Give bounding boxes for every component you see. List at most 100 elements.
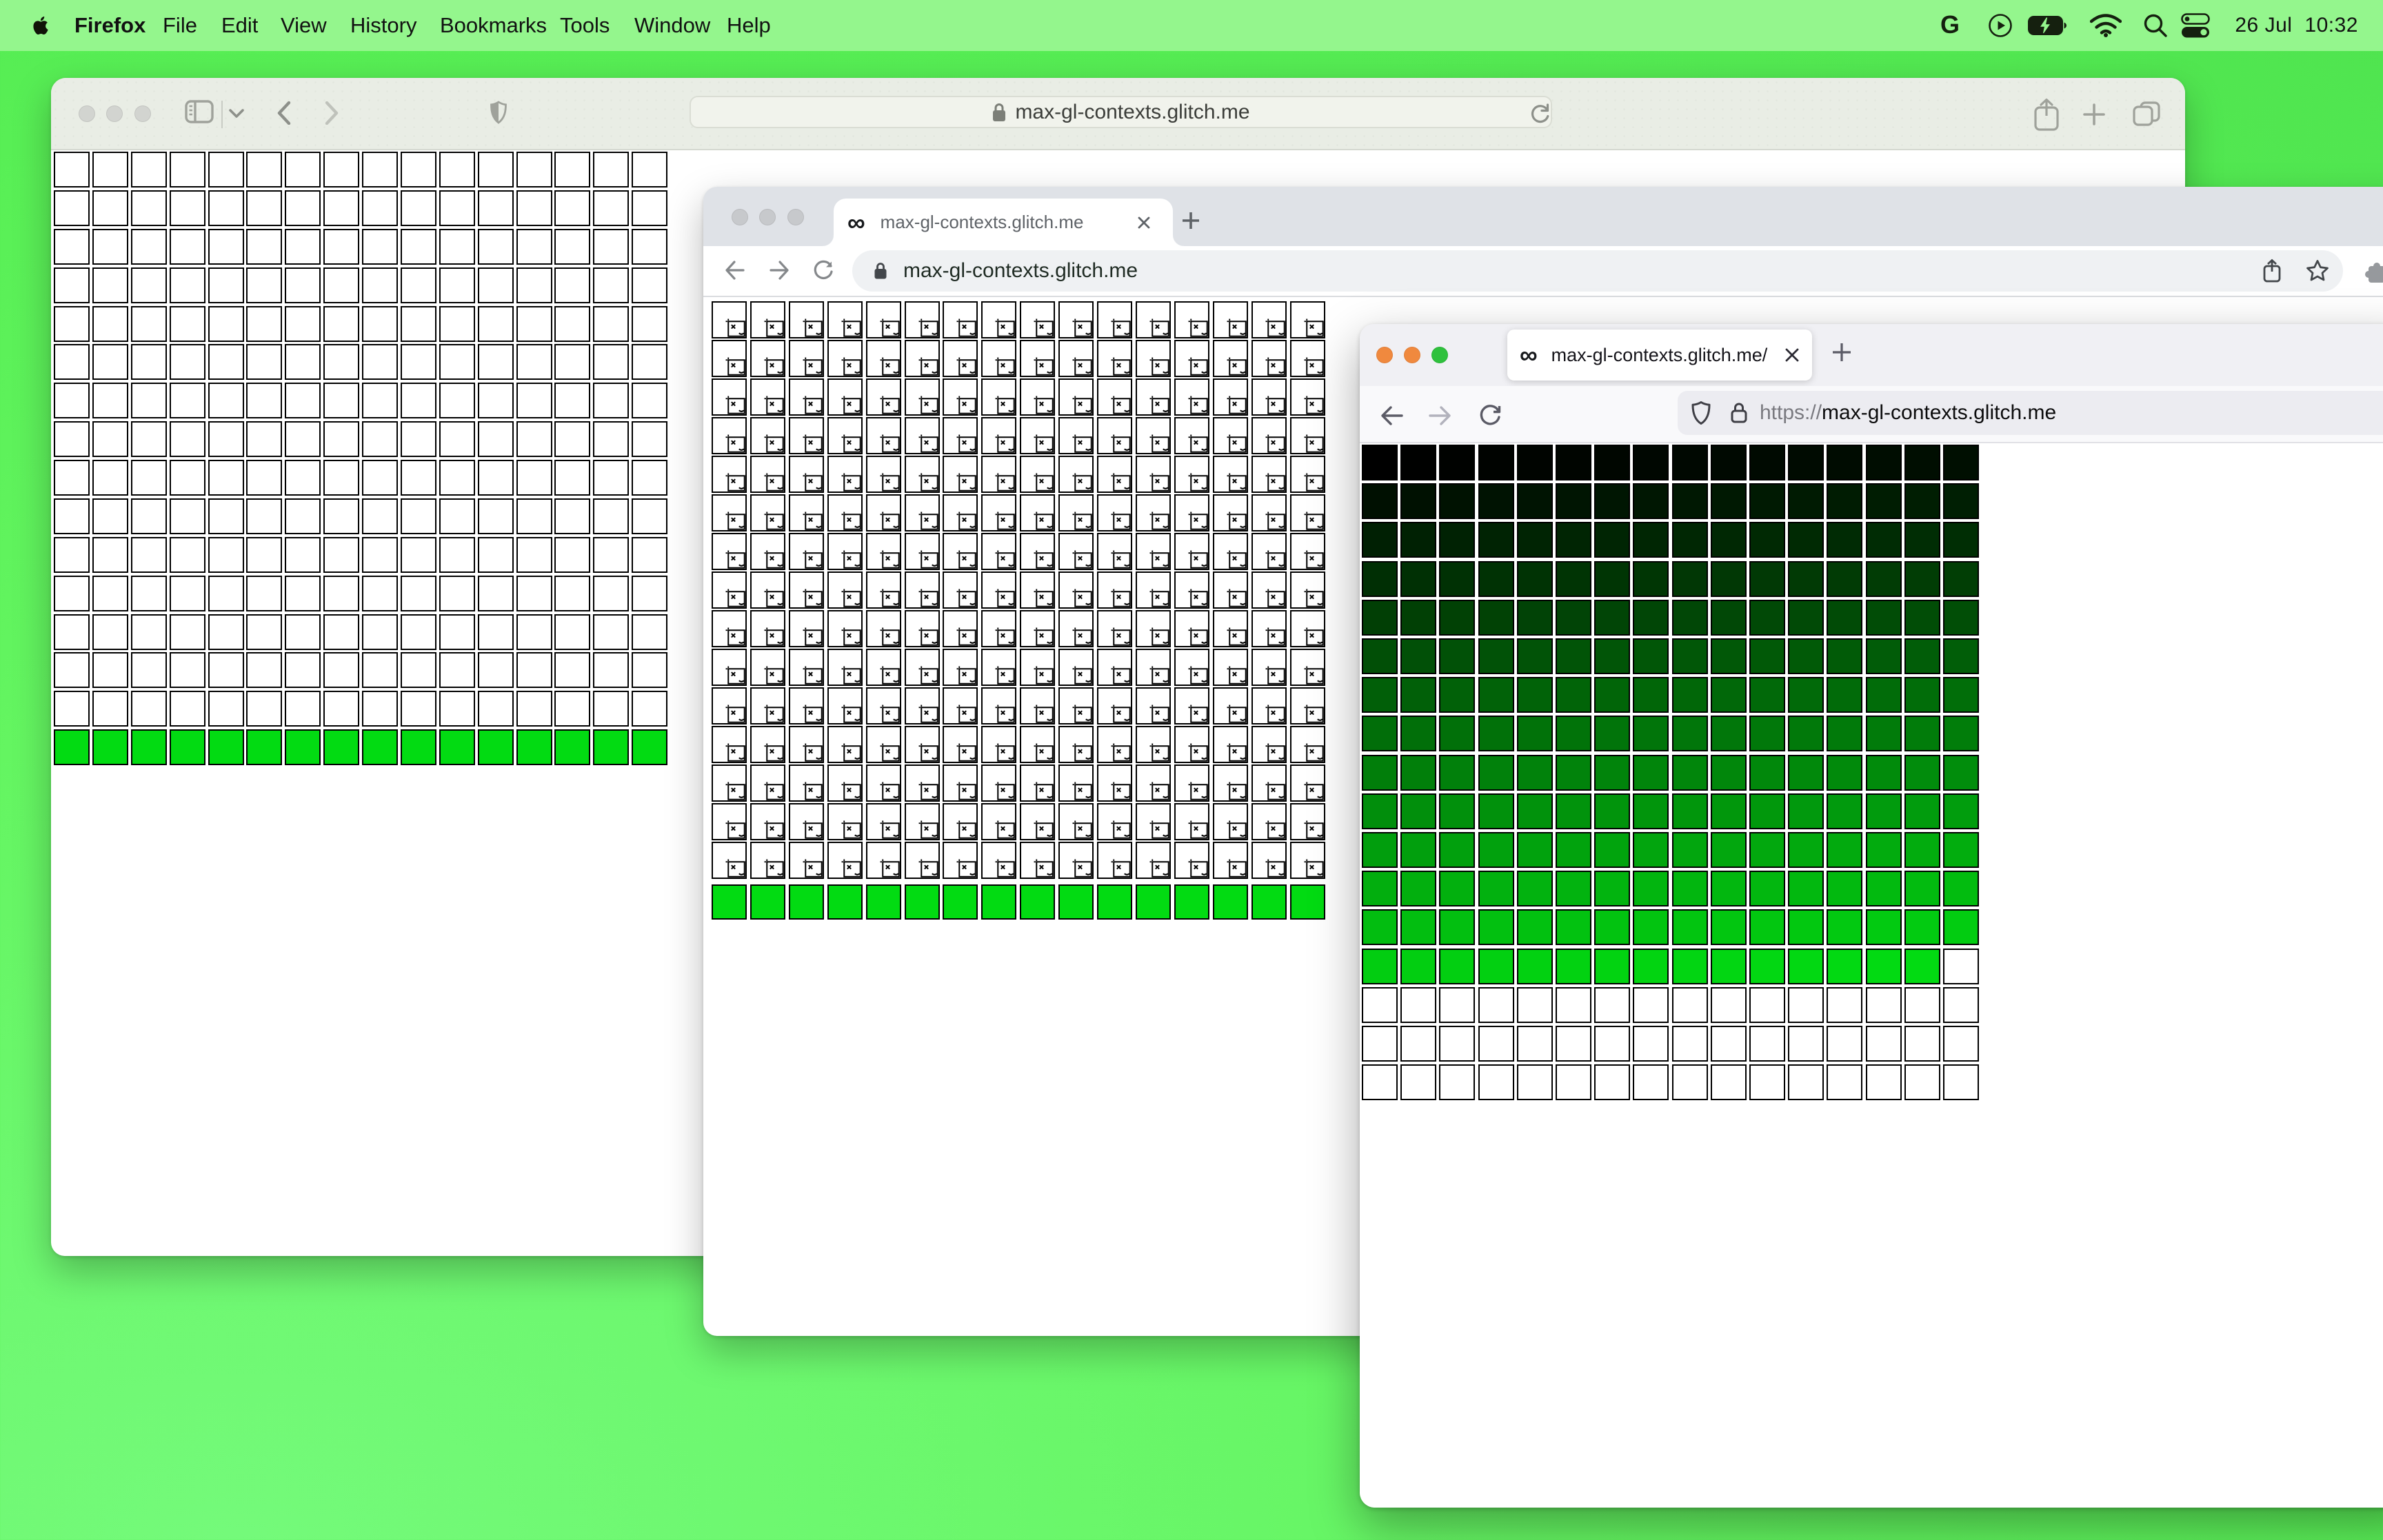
chevron-down-icon[interactable] xyxy=(229,109,244,119)
chrome-active-tab[interactable]: ∞ max-gl-contexts.glitch.me xyxy=(823,199,1184,246)
menu-date[interactable]: 26 Jul xyxy=(2235,14,2292,37)
bookmark-star-icon[interactable] xyxy=(2306,259,2329,283)
firefox-forward-icon[interactable] xyxy=(1428,405,1451,426)
firefox-back-icon[interactable] xyxy=(1380,405,1404,426)
broken-content-icon xyxy=(764,589,784,607)
canvas-cell xyxy=(1362,987,1398,1023)
canvas-cell xyxy=(478,306,514,342)
menu-history[interactable]: History xyxy=(350,0,416,51)
broken-content-icon xyxy=(1265,627,1285,646)
canvas-cell xyxy=(478,729,514,765)
canvas-cell xyxy=(1904,793,1940,829)
chrome-back-icon[interactable] xyxy=(725,261,745,280)
menu-bookmarks[interactable]: Bookmarks xyxy=(440,0,547,51)
search-icon[interactable] xyxy=(2143,13,2168,38)
menu-help[interactable]: Help xyxy=(727,0,771,51)
privacy-shield-icon[interactable] xyxy=(490,101,507,124)
google-icon[interactable]: G xyxy=(1938,13,1962,38)
sidebar-icon[interactable] xyxy=(185,100,214,123)
apple-menu-icon[interactable] xyxy=(32,14,50,37)
canvas-cell xyxy=(1213,884,1248,920)
firefox-active-tab[interactable]: ∞ max-gl-contexts.glitch.me/ xyxy=(1507,330,1812,381)
new-tab-icon[interactable] xyxy=(2083,103,2105,125)
canvas-cell xyxy=(246,152,282,188)
tab-overview-icon[interactable] xyxy=(2133,101,2160,126)
safari-forward-icon[interactable] xyxy=(325,101,339,125)
broken-content-icon xyxy=(918,743,938,762)
chrome-zoom-button[interactable] xyxy=(787,209,804,225)
broken-content-icon xyxy=(1304,859,1324,878)
broken-content-icon xyxy=(880,666,900,685)
share-icon[interactable] xyxy=(2034,98,2059,131)
tab-close-icon[interactable] xyxy=(1137,216,1151,230)
firefox-close-button[interactable] xyxy=(1376,347,1393,363)
canvas-cell xyxy=(1400,483,1436,519)
tab-close-icon[interactable] xyxy=(1784,347,1800,363)
canvas-cell xyxy=(1439,832,1475,868)
menu-view[interactable]: View xyxy=(281,0,327,51)
firefox-url-field[interactable]: https:// max-gl-contexts.glitch.me xyxy=(1678,391,2383,435)
chrome-close-button[interactable] xyxy=(732,209,748,225)
safari-zoom-button[interactable] xyxy=(134,105,151,122)
broken-content-icon xyxy=(1072,511,1092,530)
canvas-cell xyxy=(712,610,747,647)
broken-content-icon xyxy=(803,743,823,762)
safari-reload-icon[interactable] xyxy=(1529,103,1551,126)
canvas-cell xyxy=(131,152,167,188)
broken-content-icon xyxy=(880,550,900,569)
menu-tools[interactable]: Tools xyxy=(560,0,610,51)
menu-time[interactable]: 10:32 xyxy=(2304,14,2358,37)
lock-icon xyxy=(1730,401,1748,425)
canvas-cell xyxy=(1058,571,1094,609)
canvas-cell xyxy=(516,729,552,765)
play-circle-icon[interactable] xyxy=(1988,13,2013,38)
control-center-icon[interactable] xyxy=(2181,13,2211,38)
safari-close-button[interactable] xyxy=(79,105,95,122)
broken-content-icon xyxy=(995,511,1015,530)
broken-content-icon xyxy=(880,511,900,530)
safari-url-field[interactable]: max-gl-contexts.glitch.me xyxy=(690,96,1552,128)
menu-edit[interactable]: Edit xyxy=(221,0,258,51)
firefox-new-tab-icon[interactable] xyxy=(1831,342,1852,363)
canvas-cell xyxy=(1672,522,1708,558)
chrome-new-tab-icon[interactable] xyxy=(1181,211,1200,230)
safari-minimize-button[interactable] xyxy=(106,105,123,122)
menu-file[interactable]: File xyxy=(163,0,197,51)
canvas-cell xyxy=(1827,1026,1862,1062)
broken-content-icon xyxy=(841,589,861,607)
chrome-reload-icon[interactable] xyxy=(813,260,834,281)
firefox-zoom-button[interactable] xyxy=(1431,347,1448,363)
extensions-puzzle-icon[interactable] xyxy=(2362,259,2383,283)
canvas-cell xyxy=(323,652,359,688)
canvas-cell xyxy=(401,190,436,226)
canvas-cell xyxy=(1290,378,1325,416)
menu-app-name[interactable]: Firefox xyxy=(74,0,145,51)
safari-back-icon[interactable] xyxy=(277,101,291,125)
canvas-cell xyxy=(632,576,667,611)
canvas-cell xyxy=(285,691,321,727)
firefox-reload-icon[interactable] xyxy=(1478,404,1502,427)
chrome-minimize-button[interactable] xyxy=(759,209,776,225)
canvas-cell xyxy=(1672,483,1708,519)
battery-charging-icon[interactable] xyxy=(2028,16,2068,35)
canvas-cell xyxy=(1020,301,1055,338)
broken-content-icon xyxy=(995,705,1015,723)
canvas-cell xyxy=(827,803,863,840)
canvas-cell xyxy=(1788,561,1824,597)
canvas-cell xyxy=(1749,949,1785,984)
broken-content-icon xyxy=(1111,511,1131,530)
chrome-toolbar: max-gl-contexts.glitch.me xyxy=(703,246,2383,296)
canvas-cell xyxy=(1517,522,1553,558)
broken-content-icon xyxy=(1265,473,1285,492)
wifi-icon[interactable] xyxy=(2090,14,2122,37)
chrome-forward-icon[interactable] xyxy=(769,261,790,280)
chrome-share-icon[interactable] xyxy=(2263,259,2281,283)
canvas-cell xyxy=(1439,483,1475,519)
canvas-cell xyxy=(208,576,244,611)
canvas-cell xyxy=(593,576,629,611)
firefox-minimize-button[interactable] xyxy=(1404,347,1420,363)
canvas-cell xyxy=(981,764,1016,802)
chrome-url-field[interactable]: max-gl-contexts.glitch.me xyxy=(852,250,2343,292)
canvas-cell xyxy=(1827,483,1862,519)
menu-window[interactable]: Window xyxy=(634,0,710,51)
